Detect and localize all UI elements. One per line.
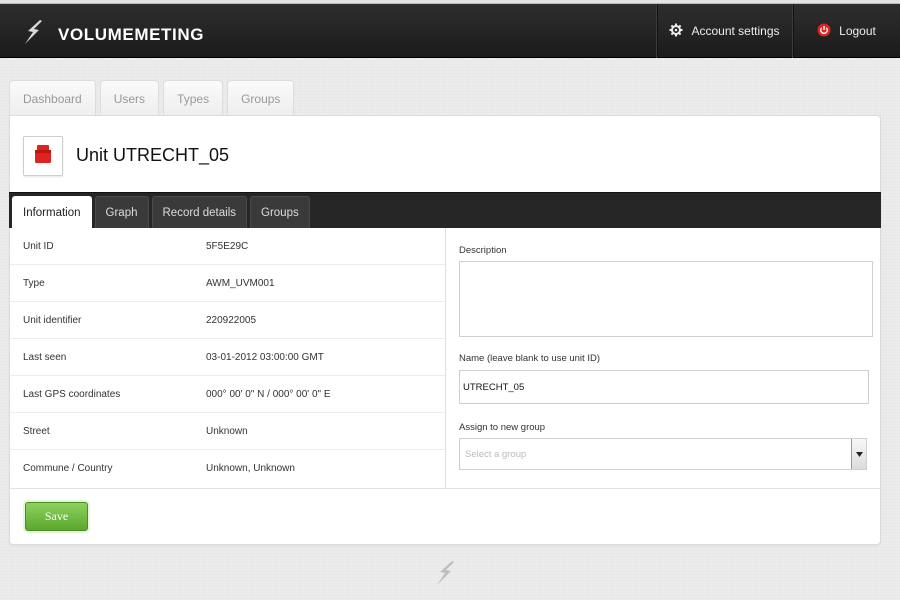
- row-value: Unknown: [206, 425, 248, 437]
- column-divider: [445, 228, 446, 488]
- row-label: Type: [23, 277, 45, 289]
- main-nav-tabs: Dashboard Users Types Groups: [9, 80, 298, 116]
- description-label: Description: [459, 245, 507, 256]
- footer-lightning-bolt-icon: [434, 560, 458, 586]
- app-header: VOLUMEMETING Account settings Logout: [0, 4, 900, 58]
- row-label: Street: [23, 425, 50, 437]
- lightning-bolt-icon: [22, 19, 46, 50]
- description-textarea[interactable]: [459, 261, 873, 337]
- table-row: Type AWM_UVM001: [10, 265, 445, 302]
- row-value: AWM_UVM001: [206, 277, 275, 289]
- panel-footer: Save: [10, 488, 880, 544]
- table-row: Commune / Country Unknown, Unknown: [10, 450, 445, 487]
- row-label: Unit identifier: [23, 314, 82, 326]
- brand[interactable]: VOLUMEMETING: [22, 19, 204, 50]
- chevron-down-icon[interactable]: [851, 439, 866, 469]
- tab-dashboard[interactable]: Dashboard: [9, 80, 96, 116]
- group-select[interactable]: Select a group: [459, 438, 867, 470]
- tab-groups[interactable]: Groups: [227, 80, 295, 116]
- row-value: 000° 00' 0" N / 000° 00' 0" E: [206, 388, 331, 400]
- red-unit-box-icon: [34, 144, 52, 169]
- row-label: Last seen: [23, 351, 67, 363]
- gear-icon: [669, 23, 691, 40]
- power-icon: [817, 23, 839, 40]
- logout-button[interactable]: Logout: [792, 4, 900, 58]
- unit-header: Unit UTRECHT_05: [10, 116, 880, 192]
- tab-unit-groups[interactable]: Groups: [250, 196, 310, 228]
- tab-information[interactable]: Information: [12, 196, 92, 228]
- unit-info-table: Unit ID 5F5E29C Type AWM_UVM001 Unit ide…: [10, 228, 445, 487]
- table-row: Last GPS coordinates 000° 00' 0" N / 000…: [10, 376, 445, 413]
- name-label: Name (leave blank to use unit ID): [459, 353, 600, 364]
- row-value: Unknown, Unknown: [206, 463, 295, 474]
- page-title: Unit UTRECHT_05: [76, 145, 230, 165]
- row-value: 03-01-2012 03:00:00 GMT: [206, 351, 324, 363]
- row-label: Commune / Country: [23, 463, 113, 474]
- unit-icon-frame: [23, 136, 63, 176]
- tab-users[interactable]: Users: [99, 80, 160, 116]
- table-row: Unit ID 5F5E29C: [10, 228, 445, 265]
- group-select-placeholder: Select a group: [465, 449, 527, 460]
- unit-panel: Unit UTRECHT_05 Information Graph Record…: [9, 115, 881, 545]
- brand-name: VOLUMEMETING: [58, 24, 205, 44]
- logout-label: Logout: [839, 24, 876, 38]
- table-row: Last seen 03-01-2012 03:00:00 GMT: [10, 339, 445, 376]
- account-settings-label: Account settings: [691, 24, 780, 38]
- table-row: Street Unknown: [10, 413, 445, 450]
- account-settings-button[interactable]: Account settings: [656, 4, 792, 58]
- unit-subtabs: Information Graph Record details Groups: [9, 192, 881, 228]
- row-label: Last GPS coordinates: [23, 388, 121, 400]
- save-button[interactable]: Save: [25, 502, 88, 531]
- row-value: 220922005: [206, 314, 257, 326]
- tab-types[interactable]: Types: [163, 80, 224, 116]
- row-value: 5F5E29C: [206, 240, 249, 252]
- row-label: Unit ID: [23, 240, 54, 252]
- tab-record-details[interactable]: Record details: [151, 196, 248, 228]
- tab-graph[interactable]: Graph: [94, 196, 149, 228]
- group-label: Assign to new group: [459, 422, 546, 433]
- name-input[interactable]: [459, 370, 869, 404]
- table-row: Unit identifier 220922005: [10, 302, 445, 339]
